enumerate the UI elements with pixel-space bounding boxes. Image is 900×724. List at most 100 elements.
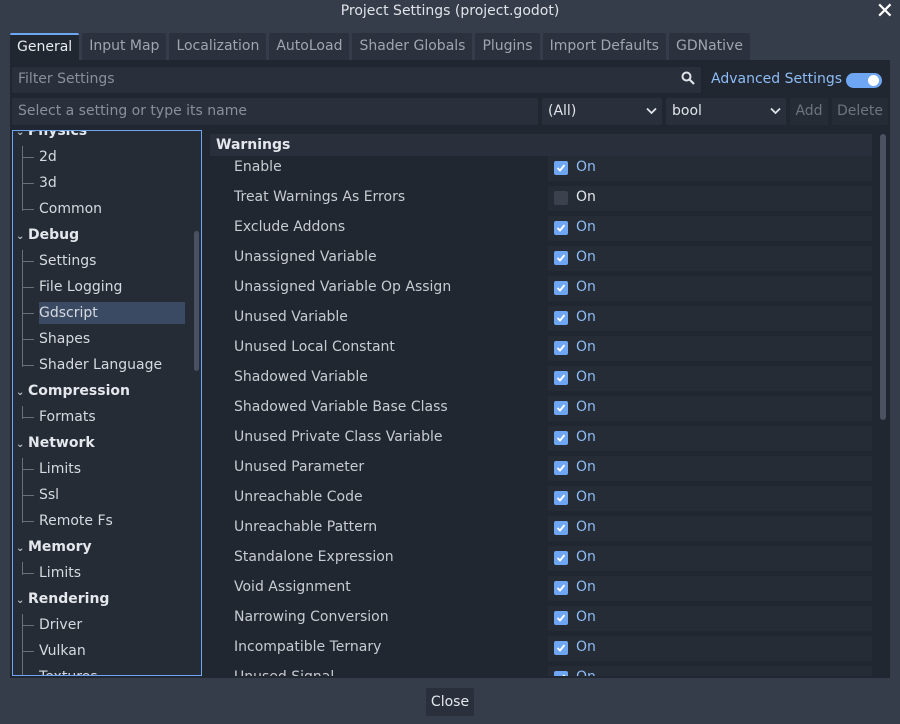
checkbox-checked-icon[interactable] <box>554 581 568 595</box>
setting-value[interactable]: On <box>548 366 872 391</box>
checkbox-label[interactable]: On <box>576 489 596 505</box>
setting-value[interactable]: On <box>548 606 872 631</box>
chevron-down-icon[interactable]: ⌄ <box>16 131 28 144</box>
advanced-settings-toggle[interactable] <box>846 73 882 88</box>
close-icon[interactable]: ✕ <box>876 0 894 25</box>
tree-item[interactable]: Limits <box>39 458 81 480</box>
setting-value[interactable]: On <box>548 186 872 211</box>
checkbox-checked-icon[interactable] <box>554 401 568 415</box>
delete-button[interactable]: Delete <box>832 98 888 125</box>
checkbox-checked-icon[interactable] <box>554 431 568 445</box>
checkbox-label[interactable]: On <box>576 279 596 295</box>
tree-category[interactable]: ⌄ Debug <box>16 224 79 246</box>
tab-gdnative[interactable]: GDNative <box>668 33 750 60</box>
checkbox-label[interactable]: On <box>576 459 596 475</box>
checkbox-checked-icon[interactable] <box>554 461 568 475</box>
chevron-down-icon[interactable]: ⌄ <box>16 434 28 456</box>
tree-item[interactable]: Driver <box>39 614 82 636</box>
checkbox-checked-icon[interactable] <box>554 491 568 505</box>
checkbox-label[interactable]: On <box>576 609 596 625</box>
setting-value[interactable]: On <box>548 666 872 676</box>
chevron-down-icon[interactable]: ⌄ <box>16 538 28 560</box>
inspector-scrollbar[interactable] <box>880 134 886 420</box>
tree-item[interactable]: Common <box>39 198 102 220</box>
setting-value[interactable]: On <box>548 456 872 481</box>
setting-value[interactable]: On <box>548 426 872 451</box>
checkbox-checked-icon[interactable] <box>554 371 568 385</box>
checkbox-checked-icon[interactable] <box>554 641 568 655</box>
settings-tree[interactable]: ⌄ Physics 2d 3d Common ⌄ Debug Settings File Log… <box>12 130 202 676</box>
tab-shader-globals[interactable]: Shader Globals <box>352 33 473 60</box>
tree-item[interactable]: Limits <box>39 562 81 584</box>
setting-value[interactable]: On <box>548 246 872 271</box>
checkbox-label[interactable]: On <box>576 639 596 655</box>
checkbox-label[interactable]: On <box>576 429 596 445</box>
checkbox-label[interactable]: On <box>576 549 596 565</box>
checkbox-label[interactable]: On <box>576 309 596 325</box>
checkbox-label[interactable]: On <box>576 669 596 676</box>
tree-item[interactable]: File Logging <box>39 276 122 298</box>
checkbox-checked-icon[interactable] <box>554 311 568 325</box>
checkbox-checked-icon[interactable] <box>554 221 568 235</box>
tree-scrollbar[interactable] <box>194 231 199 371</box>
tree-item[interactable]: Vulkan <box>39 640 86 662</box>
tree-item[interactable]: Settings <box>39 250 96 272</box>
add-button[interactable]: Add <box>790 98 828 125</box>
setting-value[interactable]: On <box>548 516 872 541</box>
setting-value[interactable]: On <box>548 486 872 511</box>
tree-item[interactable]: Formats <box>39 406 96 428</box>
tree-item-selected[interactable]: Gdscript <box>39 302 185 324</box>
setting-value[interactable]: On <box>548 156 872 181</box>
checkbox-label[interactable]: On <box>576 189 596 205</box>
tree-item[interactable]: Textures <box>39 666 98 675</box>
checkbox-checked-icon[interactable] <box>554 521 568 535</box>
tree-category[interactable]: ⌄ Memory <box>16 536 92 558</box>
checkbox-label[interactable]: On <box>576 219 596 235</box>
checkbox-label[interactable]: On <box>576 249 596 265</box>
setting-name-input[interactable]: Select a setting or type its name <box>12 98 538 125</box>
type-select[interactable]: bool <box>666 98 786 125</box>
checkbox-checked-icon[interactable] <box>554 281 568 295</box>
tree-item[interactable]: Ssl <box>39 484 59 506</box>
tab-input-map[interactable]: Input Map <box>82 33 167 60</box>
tab-autoload[interactable]: AutoLoad <box>269 33 350 60</box>
chevron-down-icon[interactable]: ⌄ <box>16 590 28 612</box>
setting-value[interactable]: On <box>548 636 872 661</box>
tree-category[interactable]: ⌄ Physics <box>16 131 87 144</box>
setting-value[interactable]: On <box>548 306 872 331</box>
tree-category[interactable]: ⌄ Network <box>16 432 95 454</box>
setting-value[interactable]: On <box>548 576 872 601</box>
checkbox-checked-icon[interactable] <box>554 341 568 355</box>
checkbox-checked-icon[interactable] <box>554 251 568 265</box>
checkbox-checked-icon[interactable] <box>554 671 568 676</box>
tree-item[interactable]: 3d <box>39 172 57 194</box>
checkbox-label[interactable]: On <box>576 339 596 355</box>
tree-category[interactable]: ⌄ Compression <box>16 380 130 402</box>
checkbox-label[interactable]: On <box>576 399 596 415</box>
tab-plugins[interactable]: Plugins <box>475 33 540 60</box>
tree-item[interactable]: Remote Fs <box>39 510 113 532</box>
checkbox-unchecked-icon[interactable] <box>554 191 568 205</box>
tab-general[interactable]: General <box>10 33 80 60</box>
chevron-down-icon[interactable]: ⌄ <box>16 382 28 404</box>
tab-import-defaults[interactable]: Import Defaults <box>542 33 666 60</box>
checkbox-checked-icon[interactable] <box>554 161 568 175</box>
checkbox-label[interactable]: On <box>576 369 596 385</box>
checkbox-label[interactable]: On <box>576 579 596 595</box>
setting-value[interactable]: On <box>548 216 872 241</box>
setting-value[interactable]: On <box>548 336 872 361</box>
tree-category[interactable]: ⌄ Rendering <box>16 588 109 610</box>
tree-item[interactable]: Shader Language <box>39 354 162 376</box>
tab-localization[interactable]: Localization <box>169 33 267 60</box>
chevron-down-icon[interactable]: ⌄ <box>16 226 28 248</box>
setting-value[interactable]: On <box>548 396 872 421</box>
advanced-settings-label[interactable]: Advanced Settings <box>711 71 842 87</box>
checkbox-label[interactable]: On <box>576 519 596 535</box>
checkbox-label[interactable]: On <box>576 159 596 175</box>
filter-settings-input[interactable]: Filter Settings <box>12 67 701 93</box>
checkbox-checked-icon[interactable] <box>554 551 568 565</box>
setting-value[interactable]: On <box>548 276 872 301</box>
tree-item[interactable]: Shapes <box>39 328 90 350</box>
tree-item[interactable]: 2d <box>39 146 57 168</box>
checkbox-checked-icon[interactable] <box>554 611 568 625</box>
